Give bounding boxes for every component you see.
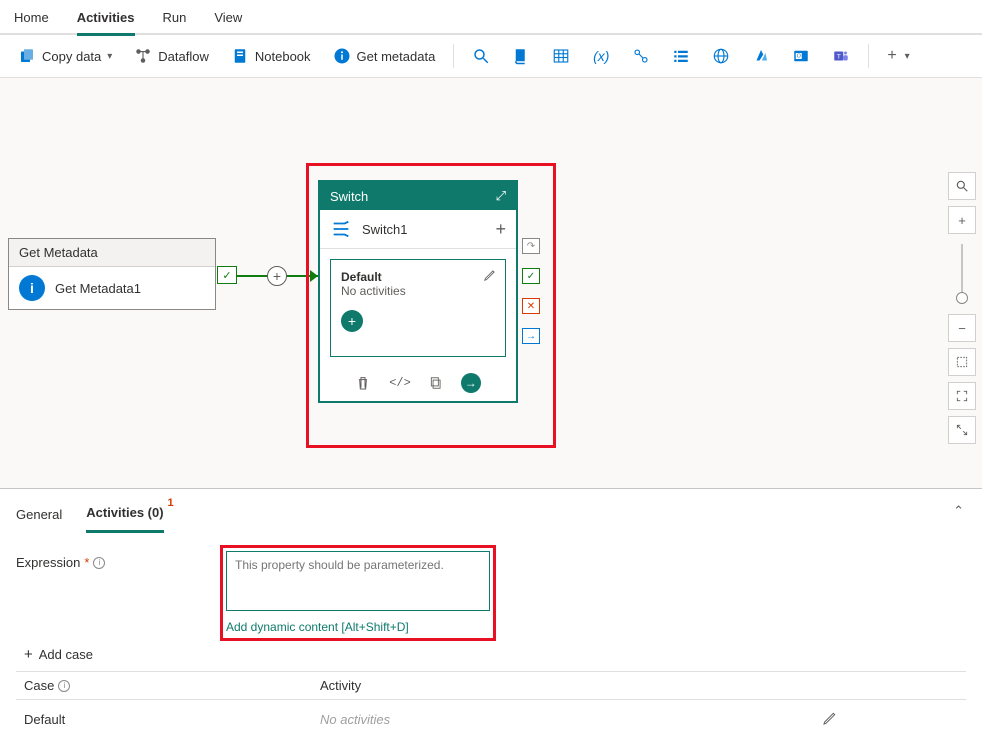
no-activities-text: No activities [341, 284, 495, 298]
expand-icon[interactable]: ⤢ [496, 188, 506, 204]
fullscreen-icon[interactable] [948, 382, 976, 410]
col-case: Case [24, 678, 54, 693]
notebook-button[interactable]: Notebook [223, 43, 319, 69]
tab-general[interactable]: General [16, 501, 62, 532]
list-icon[interactable] [664, 43, 698, 69]
info-tooltip-icon[interactable]: i [58, 680, 70, 692]
tab-view[interactable]: View [214, 6, 242, 33]
tab-activities-count[interactable]: Activities (0) 1 [86, 499, 163, 533]
copy-data-label: Copy data [42, 49, 101, 64]
copy-data-button[interactable]: Copy data ▾ [10, 43, 120, 69]
table-icon[interactable] [544, 43, 578, 69]
switch-output-ports: ↷ ✓ ✕ → [522, 238, 540, 344]
zoom-knob[interactable] [956, 292, 968, 304]
skip-port-icon[interactable]: ↷ [522, 238, 540, 254]
add-case-icon[interactable]: + [495, 219, 506, 240]
case-row-default[interactable]: Default No activities [16, 700, 966, 739]
error-badge: 1 [167, 497, 173, 509]
code-icon[interactable]: </> [389, 376, 411, 390]
top-tabs: Home Activities Run View [0, 0, 982, 34]
tab-activities[interactable]: Activities [77, 6, 135, 36]
success-port-icon[interactable]: ✓ [217, 266, 237, 284]
properties-tabs: General Activities (0) 1 ⌃ [0, 489, 982, 533]
script-icon[interactable] [504, 43, 538, 69]
connector-arrow [310, 270, 318, 282]
node-switch[interactable]: Switch ⤢ Switch1 + Default No activities… [318, 180, 518, 403]
search-icon[interactable] [464, 43, 498, 69]
node-switch-header-label: Switch [330, 189, 368, 204]
add-activity-connector[interactable]: + [267, 266, 287, 286]
default-case-label: Default [341, 270, 495, 284]
svg-text:O: O [797, 54, 801, 60]
edit-icon[interactable] [483, 268, 497, 285]
success-port-icon[interactable]: ✓ [522, 268, 540, 284]
node-switch-header: Switch ⤢ [320, 182, 516, 210]
zoom-slider[interactable] [961, 244, 963, 304]
variable-icon[interactable]: (x) [584, 43, 618, 69]
toolbar-divider [868, 44, 869, 68]
edit-icon[interactable] [822, 710, 958, 729]
col-activity: Activity [320, 678, 361, 693]
expression-input[interactable] [226, 551, 490, 611]
toolbar-divider [453, 44, 454, 68]
zoom-out-button[interactable]: − [948, 314, 976, 342]
case-activities: No activities [320, 712, 806, 727]
switch-default-case[interactable]: Default No activities + [330, 259, 506, 357]
zoom-controls: + − [948, 172, 976, 444]
collapse-panel-icon[interactable]: ⌃ [953, 503, 964, 519]
web-icon[interactable] [704, 43, 738, 69]
copy-data-icon [18, 47, 36, 65]
pipeline-canvas[interactable]: Get Metadata i Get Metadata1 ✓ + Switch … [0, 78, 982, 488]
required-indicator: * [84, 555, 89, 570]
azure-icon[interactable] [744, 43, 778, 69]
completion-port-icon[interactable]: → [522, 328, 540, 344]
case-table-header: Case i Activity [16, 671, 966, 700]
info-tooltip-icon[interactable]: i [93, 557, 105, 569]
zoom-in-button[interactable]: + [948, 206, 976, 234]
dataflow-label: Dataflow [158, 49, 209, 64]
run-icon[interactable]: → [461, 373, 481, 393]
node-get-metadata-name: Get Metadata1 [55, 281, 141, 296]
plus-icon: + [24, 646, 33, 663]
teams-icon[interactable]: T [824, 43, 858, 69]
add-activity-button[interactable]: + [341, 310, 363, 332]
node-get-metadata[interactable]: Get Metadata i Get Metadata1 [8, 238, 216, 310]
collapse-icon[interactable] [948, 416, 976, 444]
pipeline-icon[interactable] [624, 43, 658, 69]
switch-icon [330, 218, 352, 240]
node-switch-name: Switch1 [362, 222, 485, 237]
add-case-button[interactable]: + Add case [0, 642, 982, 671]
tab-home[interactable]: Home [14, 6, 49, 33]
properties-panel: General Activities (0) 1 ⌃ Expression * … [0, 488, 982, 739]
add-case-label: Add case [39, 647, 93, 662]
fit-screen-icon[interactable] [948, 348, 976, 376]
dataflow-icon [134, 47, 152, 65]
info-icon: i [19, 275, 45, 301]
delete-icon[interactable] [355, 375, 371, 391]
svg-text:T: T [837, 53, 841, 60]
copy-icon[interactable] [429, 376, 443, 390]
outlook-icon[interactable]: O [784, 43, 818, 69]
expression-row: Expression * i Add dynamic content [Alt+… [0, 533, 982, 642]
tab-run[interactable]: Run [163, 6, 187, 33]
add-dynamic-content-link[interactable]: Add dynamic content [Alt+Shift+D] [226, 620, 490, 634]
get-metadata-button[interactable]: Get metadata [325, 43, 444, 69]
chevron-down-icon: ▾ [107, 51, 112, 62]
activities-toolbar: Copy data ▾ Dataflow Notebook Get metada… [0, 34, 982, 78]
expression-label: Expression [16, 555, 80, 570]
fail-port-icon[interactable]: ✕ [522, 298, 540, 314]
dataflow-button[interactable]: Dataflow [126, 43, 217, 69]
case-name: Default [24, 712, 304, 727]
node-get-metadata-header: Get Metadata [9, 239, 215, 267]
info-icon [333, 47, 351, 65]
tab-activities-label: Activities (0) [86, 505, 163, 520]
notebook-icon [231, 47, 249, 65]
canvas-search-icon[interactable] [948, 172, 976, 200]
add-more-button[interactable]: +▾ [879, 43, 917, 69]
get-metadata-label: Get metadata [357, 49, 436, 64]
notebook-label: Notebook [255, 49, 311, 64]
node-switch-footer: </> → [320, 367, 516, 401]
case-table: Case i Activity Default No activities [0, 671, 982, 739]
